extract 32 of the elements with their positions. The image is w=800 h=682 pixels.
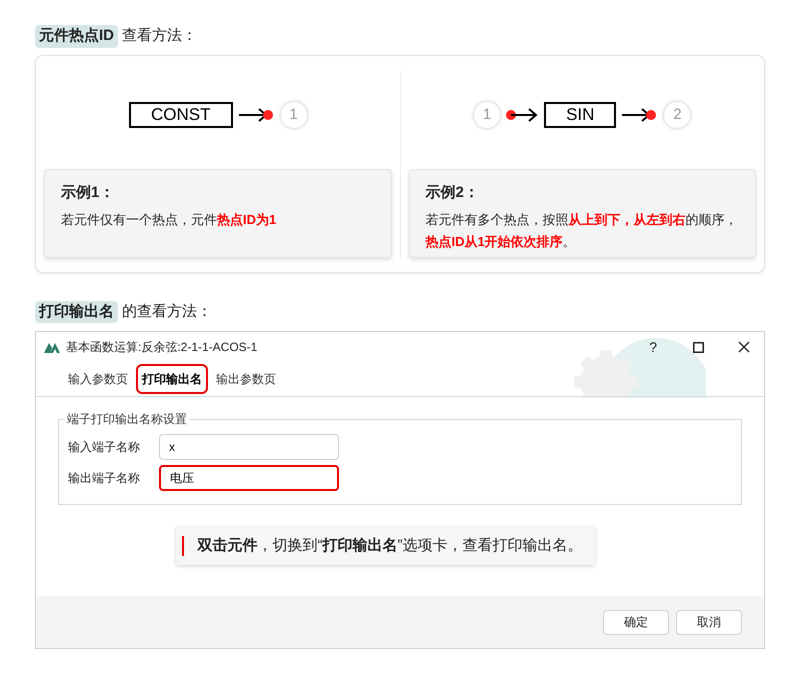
heading-text: 查看方法： [122,26,197,46]
tab[interactable]: 输出参数页 [210,364,282,394]
close-icon[interactable] [738,341,750,353]
arrow-icon [506,108,538,122]
window-title: 基本函数运算:反余弦:2-1-1-ACOS-1 [66,339,258,356]
tab[interactable]: 输入参数页 [62,364,134,394]
port-number: 1 [280,102,306,128]
dialog-button[interactable]: 取消 [676,610,742,634]
help-button[interactable]: ? [649,336,657,358]
app-logo-icon [44,341,60,353]
arrow-icon [622,108,658,122]
heading-tag: 打印输出名 [35,300,118,323]
callout-text: 双击元件，切换到“打印输出名”选项卡，查看打印输出名。 [198,536,582,556]
input-field[interactable]: x [159,434,339,460]
example-title: 示例2： [426,183,480,204]
group-legend: 端子打印输出名称设置 [65,411,189,427]
field-label: 输入端子名称 [68,439,141,456]
example-description: 若元件有多个热点，按照从上到下，从左到右的顺序， 热点ID从1开始依次排序。 [426,210,738,251]
input-field[interactable]: 电压 [159,465,339,491]
heading-tag: 元件热点ID [35,25,118,48]
block-label: CONST [129,102,232,128]
example-description: 若元件仅有一个热点，元件热点ID为1 [61,210,278,229]
dialog-button[interactable]: 确定 [603,610,669,634]
arrow-icon [238,108,274,122]
heading-text: 的查看方法： [122,302,212,322]
maximize-icon[interactable] [693,342,704,352]
block-label: SIN [544,102,616,128]
example-title: 示例1： [61,183,116,204]
port-number: 2 [664,102,690,128]
field-label: 输出端子名称 [68,470,141,487]
port-number: 1 [474,102,500,128]
tab[interactable]: 打印输出名 [136,364,208,394]
